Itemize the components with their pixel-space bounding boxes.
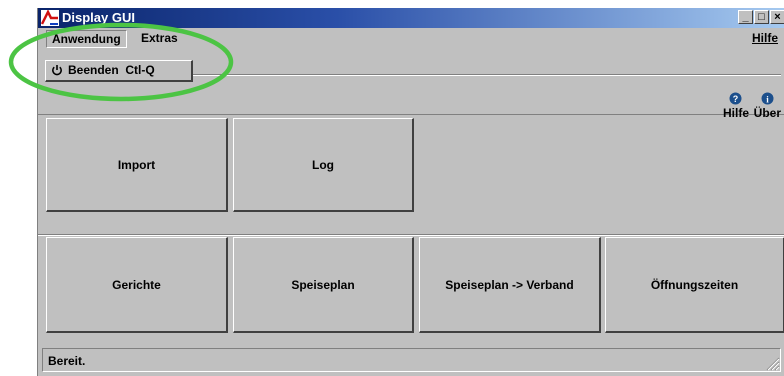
menu-anwendung[interactable]: Anwendung [46, 30, 127, 48]
help-toolbar-button[interactable]: ? Hilfe [723, 92, 749, 120]
help-icon: ? [729, 92, 742, 105]
menu-hilfe[interactable]: Hilfe [747, 30, 783, 46]
import-button[interactable]: Import [46, 118, 228, 212]
resize-grip-icon[interactable] [764, 355, 780, 371]
menu-item-beenden[interactable]: Beenden Ctl-Q [51, 63, 155, 77]
title-bar[interactable]: Display GUI _ □ × [38, 8, 784, 28]
oeffnungszeiten-button[interactable]: Öffnungszeiten [605, 237, 784, 333]
log-button[interactable]: Log [233, 118, 414, 212]
status-bar: Bereit. [42, 348, 781, 372]
gerichte-button[interactable]: Gerichte [46, 237, 228, 333]
window-controls: _ □ × [737, 10, 784, 24]
window-title: Display GUI [62, 10, 135, 25]
minimize-button[interactable]: _ [738, 10, 753, 24]
speiseplan-verband-button[interactable]: Speiseplan -> Verband [419, 237, 601, 333]
speiseplan-button[interactable]: Speiseplan [233, 237, 414, 333]
section-divider [38, 234, 784, 236]
menu-bar: Anwendung Extras Hilfe [38, 28, 784, 48]
status-text: Bereit. [48, 354, 86, 368]
menu-item-beenden-label: Beenden Ctl-Q [68, 63, 155, 77]
about-toolbar-button[interactable]: i Über [754, 92, 781, 120]
help-toolbar-label: Hilfe [722, 106, 749, 120]
close-button[interactable]: × [770, 10, 784, 24]
info-icon: i [761, 92, 774, 105]
app-logo-icon [41, 10, 59, 26]
menu-extras[interactable]: Extras [136, 30, 183, 46]
maximize-button[interactable]: □ [754, 10, 769, 24]
anwendung-dropdown: Beenden Ctl-Q [45, 60, 193, 82]
svg-text:?: ? [733, 94, 739, 104]
power-icon [52, 65, 62, 76]
about-toolbar-label: Über [753, 106, 781, 120]
